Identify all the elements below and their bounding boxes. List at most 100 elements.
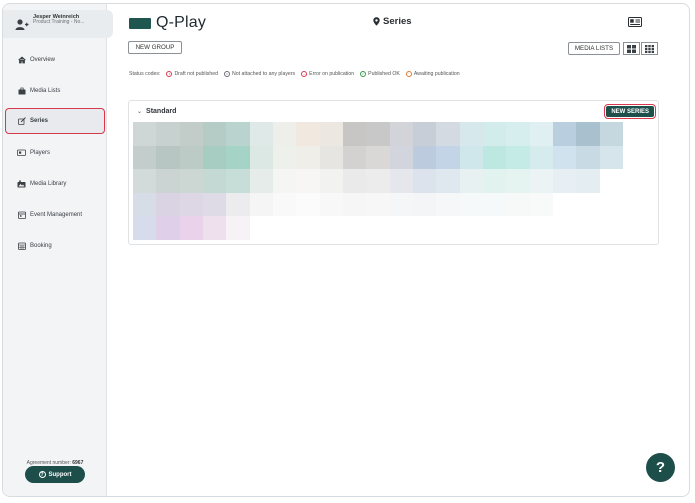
home-icon [17, 55, 26, 64]
blurred-thumbnail-cell [343, 122, 367, 146]
status-published-icon: ✓ [360, 71, 367, 77]
sidebar-item-media-lists[interactable]: Media Lists [3, 75, 107, 106]
media-lists-button[interactable]: MEDIA LISTS [568, 42, 620, 55]
blurred-thumbnail-cell [133, 122, 157, 146]
blurred-thumbnail-cell [599, 216, 623, 240]
sidebar: Jesper Weinreich Product Training - No..… [3, 4, 113, 496]
sidebar-item-label: Players [30, 149, 51, 156]
blurred-thumbnail-cell [179, 145, 203, 170]
page-title: Series [373, 16, 412, 27]
user-icon [15, 19, 29, 30]
blurred-thumbnail-cell [459, 192, 483, 217]
status-error-icon: – [301, 71, 308, 77]
blurred-thumbnail-cell [576, 122, 600, 146]
blurred-thumbnail-cell [389, 145, 413, 170]
sidebar-item-label: Booking [30, 242, 52, 249]
status-published: ✓ Published OK [360, 71, 400, 77]
blurred-thumbnail-cell [529, 145, 553, 170]
sidebar-item-media-library[interactable]: Media Library [3, 168, 107, 199]
blurred-thumbnail-cell [529, 122, 553, 146]
blurred-thumbnail-cell [413, 122, 437, 146]
sidebar-item-label: Media Lists [30, 87, 61, 94]
blurred-thumbnail-cell [343, 192, 367, 217]
help-button[interactable]: ? [646, 453, 675, 482]
blurred-thumbnail-cell [366, 216, 390, 240]
status-error: – Error on publication [301, 71, 355, 77]
sidebar-item-label: Series [30, 118, 49, 124]
blurred-thumbnail-cell [576, 192, 600, 217]
user-profile[interactable]: Jesper Weinreich Product Training - No..… [3, 10, 113, 38]
large-grid-view-button[interactable] [623, 42, 640, 55]
blurred-thumbnail-cell [133, 192, 157, 217]
status-awaiting-icon: · [405, 71, 412, 77]
blurred-thumbnail-cell [366, 169, 390, 193]
blurred-thumbnail-cell [273, 192, 297, 217]
blurred-thumbnail-cell [389, 192, 413, 217]
blurred-thumbnail-cell [203, 169, 227, 193]
blurred-thumbnail-cell [133, 145, 157, 170]
blurred-thumbnail-cell [203, 216, 227, 240]
blurred-thumbnail-cell [226, 169, 250, 193]
blurred-thumbnail-cell [459, 216, 483, 240]
blurred-thumbnail-cell [366, 145, 390, 170]
sidebar-item-booking[interactable]: Booking [3, 230, 107, 261]
blurred-thumbnail-cell [203, 122, 227, 146]
blurred-thumbnail-cell [366, 192, 390, 217]
small-grid-view-button[interactable] [641, 42, 658, 55]
blurred-thumbnail-cell [296, 216, 320, 240]
blurred-thumbnail-cell [459, 122, 483, 146]
series-group-panel: ⌄ Standard NEW SERIES [128, 100, 659, 245]
status-codes-label: Status codes: [129, 71, 161, 77]
series-icon [17, 117, 26, 126]
blurred-thumbnail-cell [296, 169, 320, 193]
blurred-thumbnail-cell [413, 192, 437, 217]
blurred-thumbnail-cell [599, 122, 623, 146]
blurred-thumbnail-cell [273, 122, 297, 146]
blurred-thumbnail-cell [319, 145, 343, 170]
blurred-thumbnail-cell [436, 216, 460, 240]
id-card-icon[interactable] [628, 17, 642, 27]
sidebar-nav: Overview Media Lists Series Players Medi… [3, 44, 107, 261]
sidebar-item-label: Media Library [30, 180, 67, 187]
blurred-thumbnail-cell [133, 169, 157, 193]
blurred-thumbnail-cell [156, 216, 180, 240]
help-circle-icon: ? [38, 471, 46, 478]
blurred-thumbnail-cell [436, 169, 460, 193]
blurred-thumbnail-cell [389, 216, 413, 240]
logo-mark-icon [129, 17, 151, 29]
blurred-thumbnail-cell [156, 192, 180, 217]
blurred-thumbnail-cell [436, 122, 460, 146]
blurred-thumbnail-cell [296, 145, 320, 170]
sidebar-item-event-management[interactable]: Event Management [3, 199, 107, 230]
blurred-thumbnail-cell [203, 145, 227, 170]
blurred-thumbnail-cell [249, 192, 273, 217]
blurred-thumbnail-cell [249, 169, 273, 193]
media-library-icon [17, 179, 26, 188]
blurred-thumbnail-cell [273, 145, 297, 170]
blurred-thumbnail-cell [506, 169, 530, 193]
blurred-thumbnail-cell [413, 145, 437, 170]
status-draft: • Draft not published [166, 71, 218, 77]
blurred-thumbnail-cell [506, 216, 530, 240]
sidebar-item-series[interactable]: Series [5, 108, 105, 134]
blurred-thumbnail-cell [319, 169, 343, 193]
blurred-thumbnail-cell [249, 145, 273, 170]
sidebar-item-overview[interactable]: Overview [3, 44, 107, 75]
blurred-thumbnail-cell [576, 145, 600, 170]
blurred-thumbnail-cell [133, 216, 157, 240]
new-series-button[interactable]: NEW SERIES [606, 106, 654, 117]
blurred-thumbnail-cell [413, 216, 437, 240]
blurred-thumbnail-cell [319, 122, 343, 146]
blurred-thumbnail-cell [226, 192, 250, 217]
group-title: Standard [146, 108, 177, 115]
support-button[interactable]: ? Support [25, 466, 85, 483]
status-codes-legend: Status codes: • Draft not published • Not … [129, 71, 460, 77]
new-group-button[interactable]: NEW GROUP [128, 41, 182, 54]
blurred-thumbnail-cell [506, 192, 530, 217]
blurred-thumbnail-cell [436, 145, 460, 170]
chevron-down-icon[interactable]: ⌄ [137, 108, 142, 115]
sidebar-item-players[interactable]: Players [3, 137, 107, 168]
blurred-thumbnail-cell [483, 169, 507, 193]
group-header[interactable]: ⌄ Standard [137, 108, 176, 115]
blurred-thumbnail-cell [483, 145, 507, 170]
